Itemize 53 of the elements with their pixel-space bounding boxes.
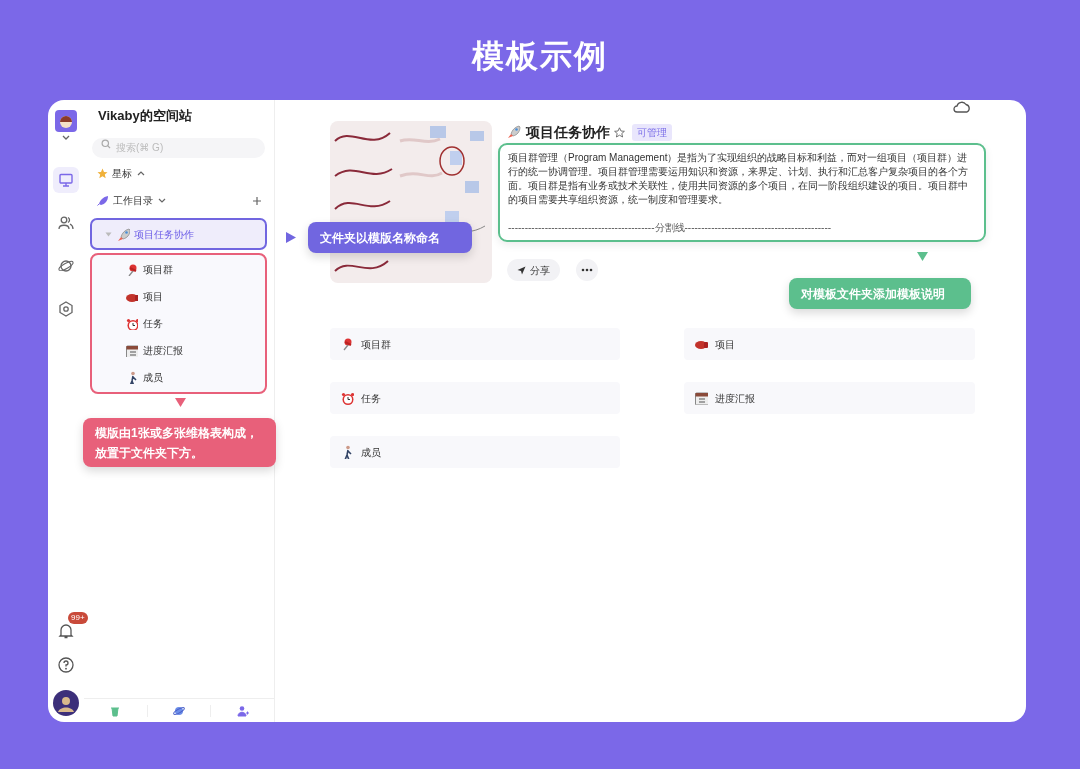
description-text: 项目群管理（Program Management）是指为了实现组织的战略目标和利益，而对一组项目（项目群）进行的统一协调管理。项目群管理需要运用知识和资源，来界定、计划、执行和汇总客户复杂项目的各个方面。项目群是指有业务或技术关联性，使用共同资源的多个项目，在同一阶段组织建设的项目。项目群中的项目需要共享组织资源，统一制度和管理要求。 <box>508 151 969 207</box>
star-icon[interactable] <box>614 126 625 138</box>
chevron-down-icon[interactable] <box>61 134 71 142</box>
add-icon[interactable] <box>252 195 262 206</box>
description-box[interactable] <box>498 143 986 242</box>
settings-icon <box>57 300 75 318</box>
planet-icon <box>57 257 75 275</box>
section-label[interactable]: 工作目录 <box>113 193 153 208</box>
sheet-card[interactable]: 进度汇报 <box>684 382 975 414</box>
more-icon <box>581 268 593 272</box>
folder-title: 项目任务协作 <box>526 122 610 142</box>
help-icon[interactable] <box>57 656 75 674</box>
more-button[interactable] <box>576 259 598 281</box>
pointer-icon <box>916 251 929 262</box>
pointer-icon <box>174 397 187 408</box>
divider-text: --------------------------------------------分割线-------------------------------------------- <box>508 221 833 235</box>
planet-icon[interactable] <box>173 704 185 717</box>
star-icon <box>97 168 108 179</box>
calendar-icon <box>125 344 138 357</box>
permission-tag: 可管理 <box>632 123 672 141</box>
send-icon <box>517 265 526 275</box>
calendar-icon <box>694 391 708 405</box>
page-title: 模板示例 <box>470 37 609 76</box>
tree-item[interactable]: 项目任务协作 <box>90 218 267 250</box>
tree-item[interactable]: 进度汇报 <box>92 337 265 364</box>
callout: 模版由1张或多张维格表构成，放置于文件夹下方。 <box>83 418 276 467</box>
callout: 文件夹以模版名称命名 <box>308 222 472 253</box>
section-label[interactable]: 星标 <box>112 166 132 181</box>
sheet-card[interactable]: 项目 <box>684 328 975 360</box>
chevron-down-icon[interactable] <box>157 196 167 205</box>
sheet-card[interactable]: 成员 <box>330 436 620 468</box>
pointer-icon <box>285 231 297 244</box>
user-avatar[interactable] <box>53 690 79 716</box>
people-icon <box>57 214 75 232</box>
sheet-card[interactable]: 任务 <box>330 382 620 414</box>
tree-item[interactable]: 任务 <box>92 310 265 337</box>
bell-icon[interactable] <box>57 621 75 640</box>
callout: 对模板文件夹添加模板说明 <box>789 278 971 309</box>
tree-item[interactable]: 成员 <box>92 364 265 391</box>
alarm-clock-icon <box>340 391 354 405</box>
workspace-logo[interactable] <box>55 110 77 132</box>
share-button[interactable]: 分享 <box>507 259 560 281</box>
add-member-icon[interactable] <box>236 704 249 717</box>
rail-tab[interactable] <box>53 167 79 193</box>
sheet-card[interactable]: 项目群 <box>330 328 620 360</box>
tree-item[interactable]: 项目群 <box>92 256 265 283</box>
notification-badge: 99+ <box>68 612 88 624</box>
cloud-icon[interactable] <box>952 100 972 114</box>
chevron-up-icon[interactable] <box>136 169 146 178</box>
monitor-icon <box>57 171 75 189</box>
alarm-clock-icon <box>125 317 138 330</box>
workspace-title: Vikaby的空间站 <box>97 107 193 125</box>
tree-item[interactable]: 项目 <box>92 283 265 310</box>
